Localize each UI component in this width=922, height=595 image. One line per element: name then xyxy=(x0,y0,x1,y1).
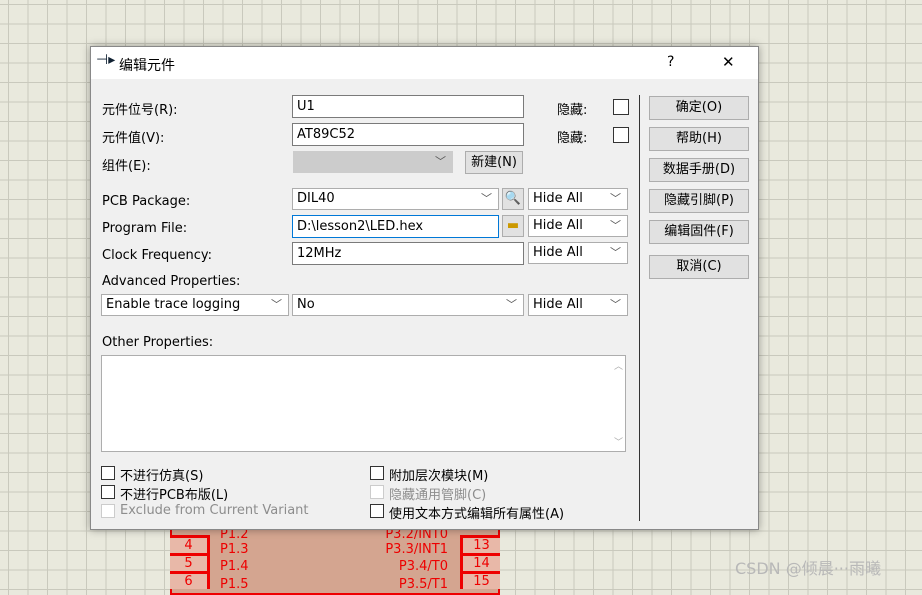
help-button[interactable]: ? xyxy=(667,54,674,70)
advanced-property-select[interactable]: Enable trace logging ﹀ xyxy=(101,294,289,316)
other-properties-label: Other Properties: xyxy=(102,335,214,350)
text-edit-label: 使用文本方式编辑所有属性(A) xyxy=(389,507,565,522)
hide-common-pins-label: 隐藏通用管脚(C) xyxy=(389,488,487,503)
pin-label: P3.3/INT1 xyxy=(385,542,448,557)
help-dialog-button[interactable]: 帮助(H) xyxy=(649,127,749,151)
pin-number: 4 xyxy=(170,535,210,553)
group-label: 组件(E): xyxy=(102,159,151,174)
no-pcb-label: 不进行PCB布版(L) xyxy=(120,488,229,503)
attach-hierarchy-checkbox[interactable] xyxy=(370,466,384,480)
dialog-title: 编辑元件 xyxy=(119,58,175,74)
pin-number: 13 xyxy=(460,535,500,553)
title-bar: ⊣▸ 编辑元件 ? ✕ xyxy=(91,47,758,79)
advanced-value-select[interactable]: No ﹀ xyxy=(292,294,524,316)
no-pcb-checkbox[interactable] xyxy=(101,485,115,499)
clock-label: Clock Frequency: xyxy=(102,248,213,263)
ref-input[interactable]: U1 xyxy=(292,95,524,118)
pin-label: P1.5 xyxy=(220,577,249,592)
watermark: CSDN @倾晨···雨曦 xyxy=(735,559,881,578)
edit-component-dialog: ⊣▸ 编辑元件 ? ✕ 元件位号(R): U1 隐藏: 元件值(V): AT89… xyxy=(90,46,759,530)
pin-number: 15 xyxy=(460,571,500,589)
ok-button[interactable]: 确定(O) xyxy=(649,96,749,120)
chevron-down-icon: ﹀ xyxy=(481,192,492,205)
pin-number: 6 xyxy=(170,571,210,589)
no-simulate-label: 不进行仿真(S) xyxy=(120,469,204,484)
pcb-visibility-select[interactable]: Hide All ﹀ xyxy=(528,188,628,210)
group-select: ﹀ xyxy=(293,151,453,173)
text-edit-checkbox[interactable] xyxy=(370,504,384,518)
datasheet-button[interactable]: 数据手册(D) xyxy=(649,158,749,182)
scroll-up-icon[interactable]: ︿ xyxy=(614,359,623,372)
edit-firmware-button[interactable]: 编辑固件(F) xyxy=(649,220,749,244)
schematic-component[interactable]: 4 5 6 P1.2 P1.3 P1.4 P1.5 P3.2/INT0 P3.3… xyxy=(170,525,500,595)
hide-pins-button[interactable]: 隐藏引脚(P) xyxy=(649,189,749,213)
chevron-down-icon: ﹀ xyxy=(610,298,621,311)
divider xyxy=(639,95,640,521)
advanced-label: Advanced Properties: xyxy=(102,274,241,289)
chevron-down-icon: ﹀ xyxy=(506,298,517,311)
scroll-down-icon[interactable]: ﹀ xyxy=(614,435,623,448)
chevron-down-icon: ﹀ xyxy=(271,298,282,311)
pin-label: P3.4/T0 xyxy=(398,559,448,574)
exclude-variant-checkbox xyxy=(101,504,115,518)
advanced-visibility-select[interactable]: Hide All ﹀ xyxy=(528,294,628,316)
value-hide-label: 隐藏: xyxy=(557,131,588,146)
chevron-down-icon: ﹀ xyxy=(610,219,621,232)
pin-label: P1.4 xyxy=(220,559,249,574)
new-button[interactable]: 新建(N) xyxy=(465,151,523,174)
program-file-input[interactable]: D:\lesson2\LED.hex xyxy=(292,215,499,238)
exclude-variant-label: Exclude from Current Variant xyxy=(120,503,309,518)
pin-label: P3.5/T1 xyxy=(398,577,448,592)
pin-number: 5 xyxy=(170,553,210,571)
program-file-label: Program File: xyxy=(102,221,188,236)
binoculars-icon[interactable]: 🔍 xyxy=(502,188,524,210)
ref-hide-label: 隐藏: xyxy=(557,103,588,118)
chevron-down-icon: ﹀ xyxy=(610,192,621,205)
chevron-down-icon: ﹀ xyxy=(610,246,621,259)
other-properties-textarea[interactable]: ︿ ﹀ xyxy=(101,355,626,452)
no-simulate-checkbox[interactable] xyxy=(101,466,115,480)
hide-common-pins-checkbox xyxy=(370,485,384,499)
pin-number: 14 xyxy=(460,553,500,571)
cancel-button[interactable]: 取消(C) xyxy=(649,255,749,279)
folder-icon[interactable]: ▬ xyxy=(502,215,524,237)
value-hide-checkbox[interactable] xyxy=(613,127,629,143)
attach-hierarchy-label: 附加层次模块(M) xyxy=(389,469,489,484)
value-input[interactable]: AT89C52 xyxy=(292,123,524,146)
ref-label: 元件位号(R): xyxy=(102,103,178,118)
component-icon: ⊣▸ xyxy=(96,52,116,68)
close-button[interactable]: ✕ xyxy=(722,53,735,71)
pcb-package-select[interactable]: DIL40 ﹀ xyxy=(292,188,499,210)
chevron-down-icon: ﹀ xyxy=(435,155,446,168)
clock-visibility-select[interactable]: Hide All ﹀ xyxy=(528,242,628,264)
value-label: 元件值(V): xyxy=(102,131,165,146)
program-file-visibility-select[interactable]: Hide All ﹀ xyxy=(528,215,628,237)
ref-hide-checkbox[interactable] xyxy=(613,99,629,115)
pin-label: P1.3 xyxy=(220,542,249,557)
pcb-label: PCB Package: xyxy=(102,194,191,209)
clock-input[interactable]: 12MHz xyxy=(292,242,524,265)
